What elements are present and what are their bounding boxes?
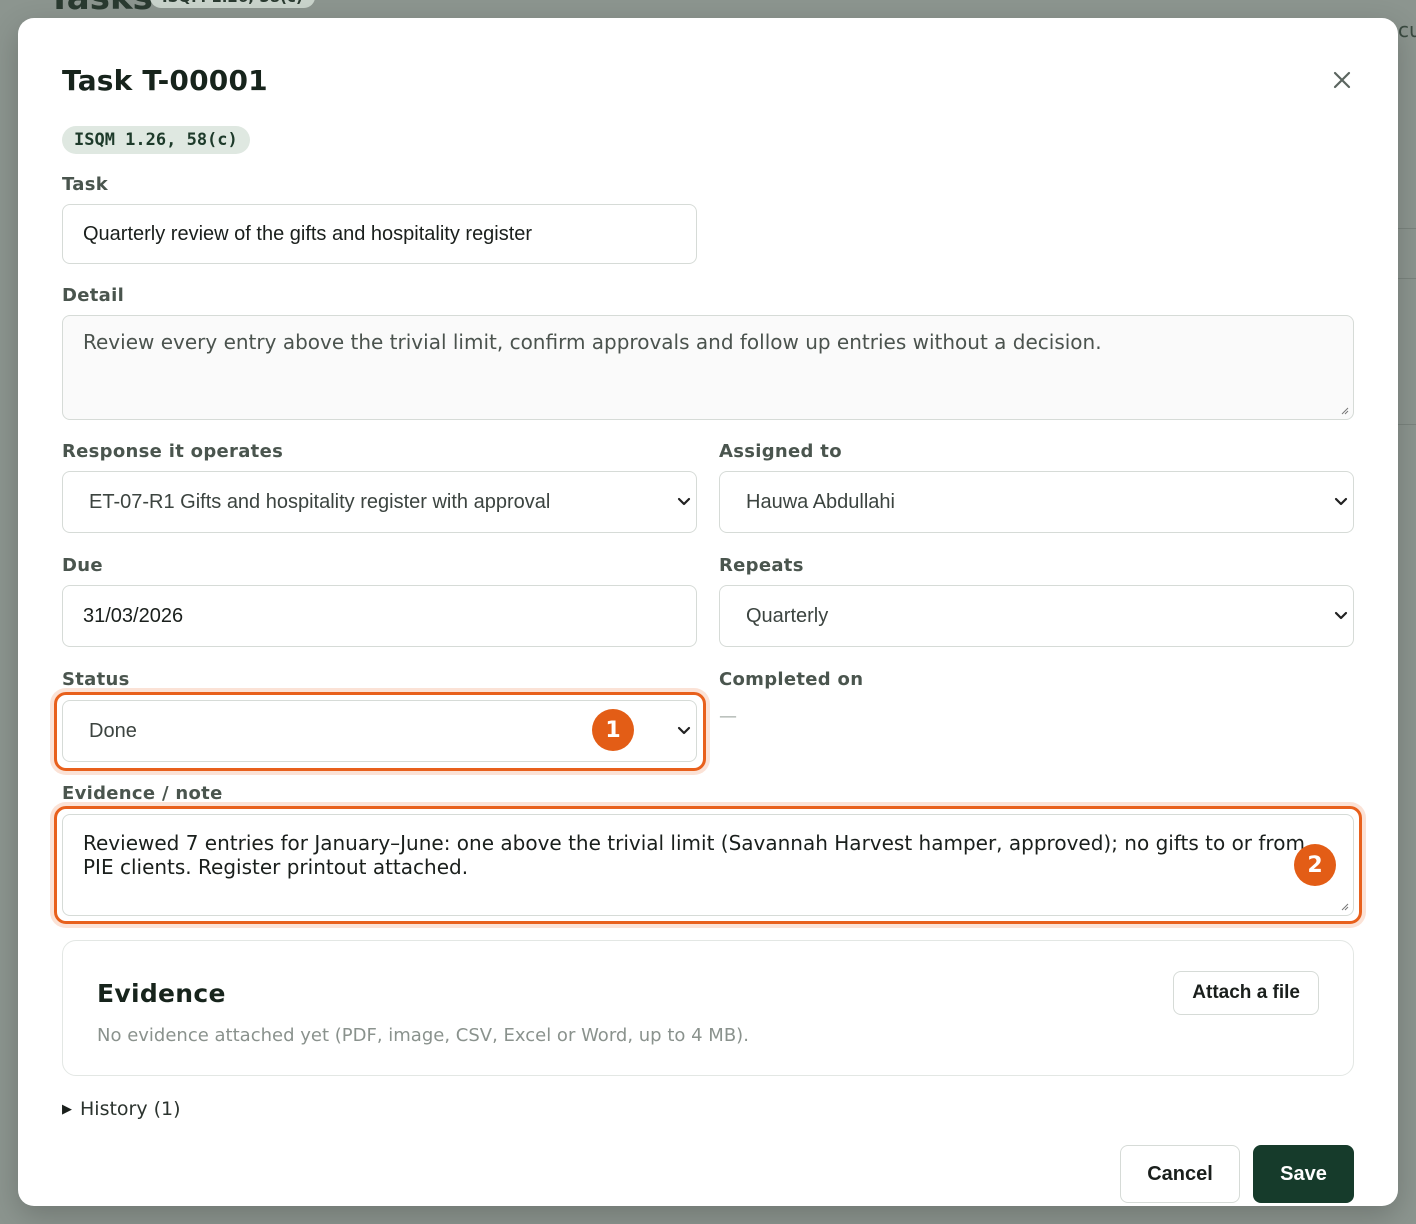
evidence-title: Evidence [97, 979, 226, 1008]
evidence-note-label: Evidence / note [62, 783, 223, 804]
due-label: Due [62, 555, 103, 576]
evidence-card: Evidence No evidence attached yet (PDF, … [62, 940, 1354, 1076]
repeats-label: Repeats [719, 555, 804, 576]
task-input[interactable]: Quarterly review of the gifts and hospit… [62, 204, 697, 264]
task-label: Task [62, 174, 108, 195]
background-divider [1398, 424, 1416, 425]
detail-text: Review every entry above the trivial lim… [83, 330, 1102, 354]
standard-reference-tag: ISQM 1.26, 58(c) [62, 126, 250, 154]
annotation-badge-1: 1 [592, 709, 634, 751]
completed-on-value: — [719, 706, 737, 727]
response-label: Response it operates [62, 441, 284, 462]
status-value: Done [89, 719, 137, 742]
task-modal: Task T-00001 ISQM 1.26, 58(c) Task Quart… [18, 18, 1398, 1206]
modal-title: Task T-00001 [62, 64, 268, 97]
chevron-down-icon [677, 497, 691, 506]
repeats-select[interactable]: Quarterly [719, 585, 1354, 647]
save-button[interactable]: Save [1253, 1145, 1354, 1203]
history-toggle[interactable]: ▶ History (1) [62, 1098, 181, 1120]
detail-textarea[interactable]: Review every entry above the trivial lim… [62, 315, 1354, 420]
assigned-value: Hauwa Abdullahi [746, 490, 895, 513]
chevron-down-icon [1334, 611, 1348, 620]
background-page-tag: ISQM 1.26, 58(c) [150, 0, 315, 8]
evidence-note-textarea[interactable]: Reviewed 7 entries for January–June: one… [62, 814, 1354, 916]
due-date-input[interactable]: 31/03/2026 [62, 585, 697, 647]
background-side-text: cu [1398, 18, 1416, 42]
assigned-select[interactable]: Hauwa Abdullahi [719, 471, 1354, 533]
response-value: ET-07-R1 Gifts and hospitality register … [89, 490, 551, 513]
evidence-empty-message: No evidence attached yet (PDF, image, CS… [97, 1025, 749, 1046]
chevron-down-icon [677, 726, 691, 735]
assigned-label: Assigned to [719, 441, 842, 462]
annotation-badge-2: 2 [1294, 844, 1336, 886]
completed-on-label: Completed on [719, 669, 864, 690]
evidence-note-text: Reviewed 7 entries for January–June: one… [83, 831, 1305, 879]
resize-grip-icon[interactable] [1339, 901, 1349, 911]
close-icon[interactable] [1326, 64, 1358, 96]
history-label: History (1) [80, 1098, 181, 1120]
detail-label: Detail [62, 285, 125, 306]
background-divider [1398, 228, 1416, 229]
cancel-button[interactable]: Cancel [1120, 1145, 1240, 1203]
response-select[interactable]: ET-07-R1 Gifts and hospitality register … [62, 471, 697, 533]
resize-grip-icon[interactable] [1339, 405, 1349, 415]
background-divider [1398, 278, 1416, 279]
background-page-title: Tasks [48, 0, 153, 18]
disclosure-triangle-icon: ▶ [62, 1101, 72, 1117]
repeats-value: Quarterly [746, 604, 829, 627]
chevron-down-icon [1334, 497, 1348, 506]
attach-file-button[interactable]: Attach a file [1173, 971, 1319, 1015]
status-label: Status [62, 669, 130, 690]
